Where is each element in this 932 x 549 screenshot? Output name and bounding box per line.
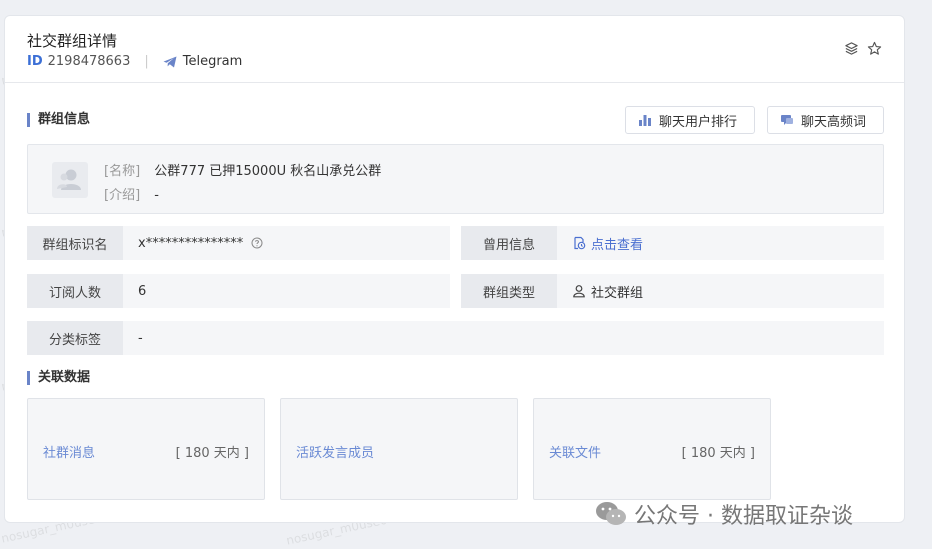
id-label: ID xyxy=(27,54,43,69)
chat-frequent-words-button[interactable]: 聊天高频词 xyxy=(767,106,884,134)
category-tags-row: 分类标签 - xyxy=(27,321,884,355)
platform-name: Telegram xyxy=(182,54,243,69)
common-info-row: 曾用信息 点击查看 xyxy=(461,226,884,260)
category-tags-label: 分类标签 xyxy=(27,321,123,355)
history-icon xyxy=(574,236,586,250)
group-name-value: 公群777 已押15000U 秋名山承兑公群 xyxy=(154,164,382,179)
group-type-value: 社交群组 xyxy=(591,285,644,301)
related-data-section-title: 关联数据 xyxy=(27,371,90,385)
chat-frequent-words-label: 聊天高频词 xyxy=(801,114,867,130)
chat-user-ranking-button[interactable]: 聊天用户排行 xyxy=(625,106,755,134)
layers-icon[interactable] xyxy=(844,41,859,56)
group-type-label: 群组类型 xyxy=(461,274,557,308)
tile-group-messages[interactable]: 社群消息 [ 180 天内 ] xyxy=(27,398,265,500)
subscribers-value: 6 xyxy=(123,274,450,308)
group-intro-key: [介绍] xyxy=(104,188,141,203)
view-common-info-link[interactable]: 点击查看 xyxy=(591,234,643,253)
help-icon[interactable] xyxy=(251,237,263,249)
group-type-value-cell: 社交群组 xyxy=(557,274,884,308)
wechat-brand-watermark: 公众号 · 数据取证杂谈 xyxy=(594,498,853,530)
tile-active-members-name: 活跃发言成员 xyxy=(296,446,375,461)
chat-user-ranking-label: 聊天用户排行 xyxy=(659,114,738,130)
tile-group-messages-range: [ 180 天内 ] xyxy=(175,446,249,461)
telegram-icon xyxy=(163,56,177,67)
group-info-section-title: 群组信息 xyxy=(27,113,90,127)
tile-related-files[interactable]: 关联文件 [ 180 天内 ] xyxy=(533,398,771,500)
brand-text: 公众号 · 数据取证杂谈 xyxy=(634,504,853,529)
category-tags-value: - xyxy=(123,321,884,355)
group-summary-box: [名称] 公群777 已押15000U 秋名山承兑公群 [介绍] - xyxy=(27,144,884,214)
star-icon[interactable] xyxy=(867,41,882,56)
identifier-row: 群组标识名 x*************** xyxy=(27,226,450,260)
group-detail-card: 社交群组详情 ID 2198478663 | Telegram 群组信息 聊天用… xyxy=(4,15,905,523)
bar-chart-icon xyxy=(639,115,651,126)
avatar xyxy=(52,162,88,198)
group-type-row: 群组类型 社交群组 xyxy=(461,274,884,308)
divider: | xyxy=(144,54,149,69)
subscribers-label: 订阅人数 xyxy=(27,274,123,308)
group-name-key: [名称] xyxy=(104,164,141,179)
group-intro-value: - xyxy=(154,188,159,203)
header-actions xyxy=(844,41,882,56)
group-name-field: [名称] 公群777 已押15000U 秋名山承兑公群 xyxy=(104,160,381,179)
id-line: ID 2198478663 | Telegram xyxy=(27,54,242,69)
tile-related-files-name: 关联文件 xyxy=(549,446,602,461)
page-title: 社交群组详情 xyxy=(27,32,118,50)
common-info-value-cell: 点击查看 xyxy=(557,226,884,260)
wechat-icon xyxy=(596,502,626,525)
subscribers-row: 订阅人数 6 xyxy=(27,274,450,308)
identifier-value: x*************** xyxy=(138,235,244,251)
identifier-value-cell: x*************** xyxy=(123,226,450,260)
identifier-label: 群组标识名 xyxy=(27,226,123,260)
user-icon xyxy=(573,285,585,298)
tile-active-members[interactable]: 活跃发言成员 xyxy=(280,398,518,500)
tile-group-messages-name: 社群消息 xyxy=(43,446,96,461)
user-group-icon xyxy=(57,169,81,190)
detail-header: 社交群组详情 ID 2198478663 | Telegram xyxy=(5,16,904,83)
id-value: 2198478663 xyxy=(47,54,131,69)
tile-related-files-range: [ 180 天内 ] xyxy=(681,446,755,461)
chat-bubble-icon xyxy=(781,115,793,125)
common-info-label: 曾用信息 xyxy=(461,226,557,260)
group-intro-field: [介绍] - xyxy=(104,184,159,203)
